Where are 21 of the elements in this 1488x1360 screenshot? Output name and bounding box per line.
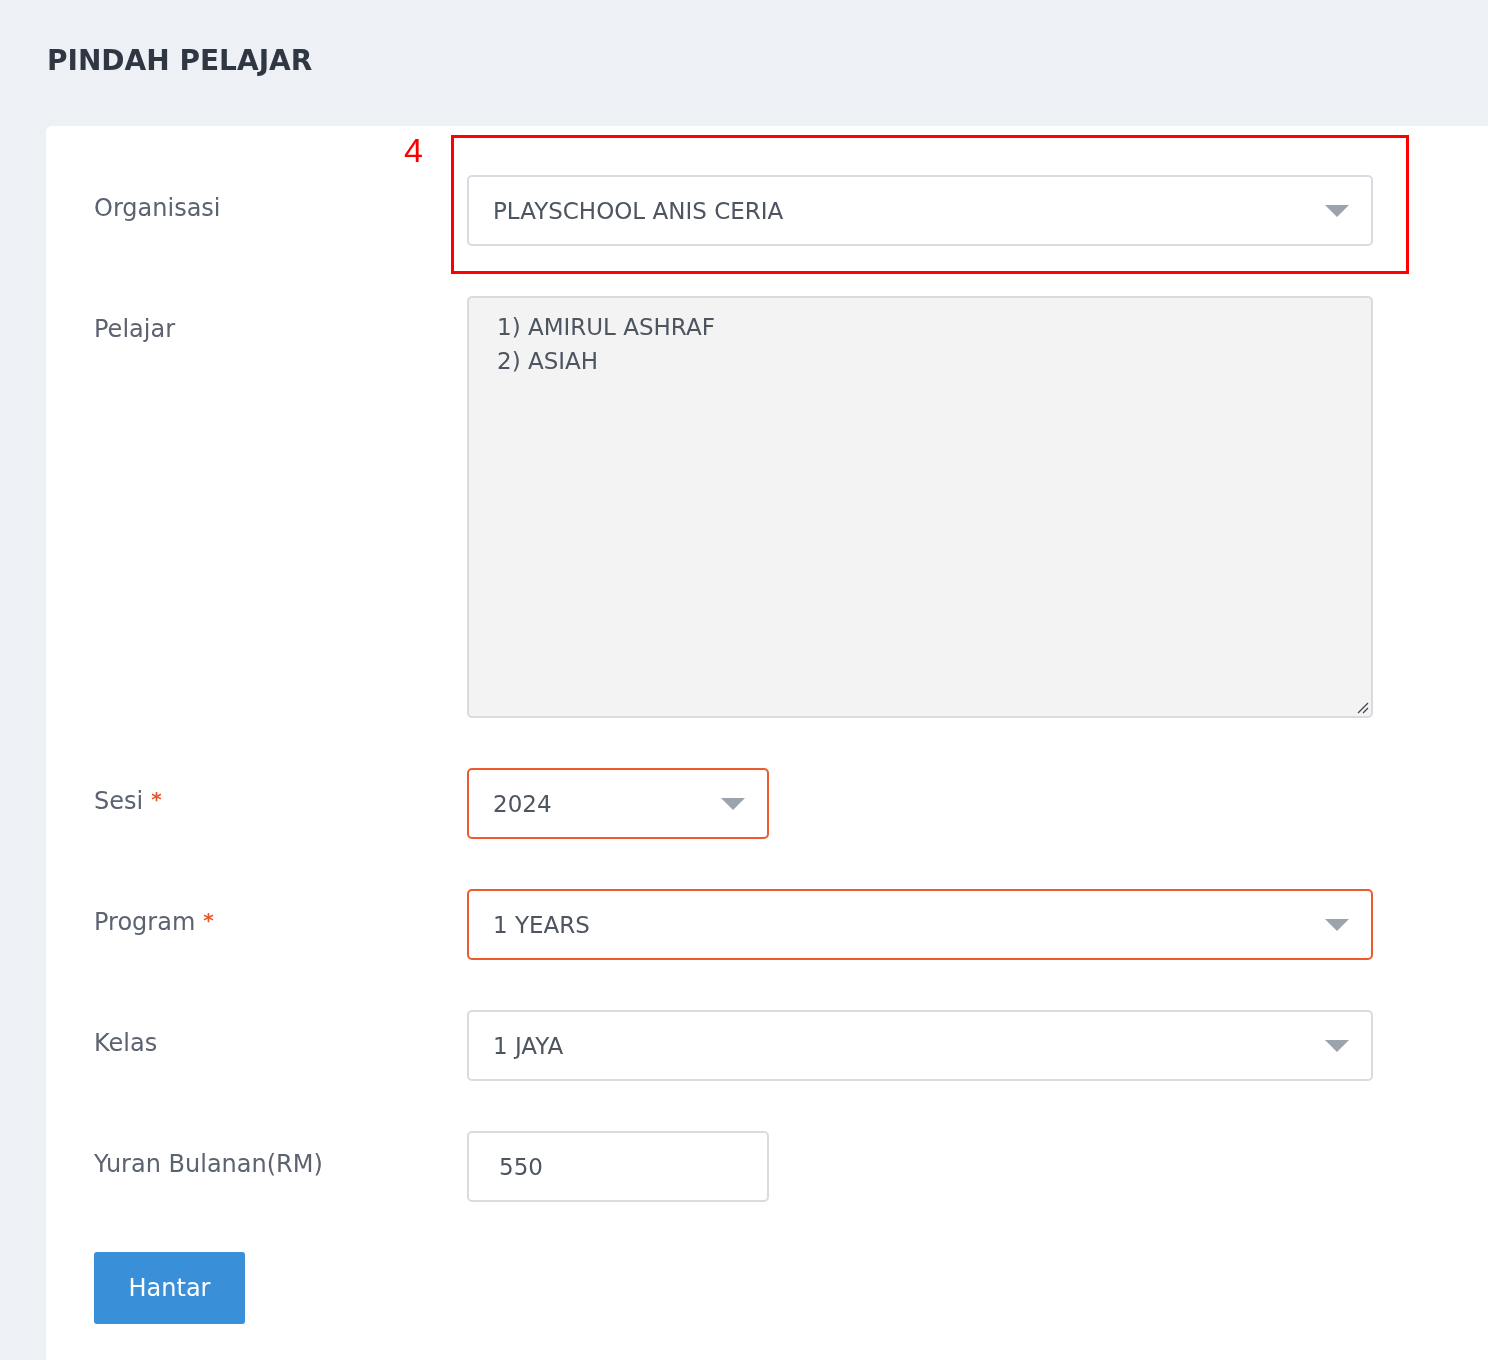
caret-icon (721, 797, 745, 810)
student-line: 2) ASIAH (497, 348, 600, 374)
student-line: 1) AMIRUL ASHRAF (497, 314, 716, 340)
field-label: Yuran Bulanan(RM) (94, 1150, 323, 1178)
select-field[interactable]: PLAYSCHOOL ANIS CERIA (467, 175, 1373, 246)
select-field[interactable]: 1 JAYA (467, 1010, 1373, 1081)
field-label: Program (94, 908, 196, 936)
required-asterisk: * (203, 908, 214, 932)
fee-input[interactable]: 550 (467, 1131, 769, 1202)
required-asterisk: * (151, 787, 162, 811)
annotation-number: 4 (404, 131, 423, 170)
caret-icon (1325, 204, 1349, 217)
field-label: Sesi (94, 787, 144, 815)
caret-icon (1325, 1039, 1349, 1052)
caret-icon (1325, 918, 1349, 931)
field-label: Pelajar (94, 315, 175, 343)
page-title: PINDAH PELAJAR (46, 43, 314, 79)
field-label: Organisasi (94, 194, 221, 222)
select-field[interactable]: 2024 (467, 768, 769, 839)
select-field[interactable]: 1 YEARS (467, 889, 1373, 960)
field-label: Kelas (94, 1029, 158, 1057)
